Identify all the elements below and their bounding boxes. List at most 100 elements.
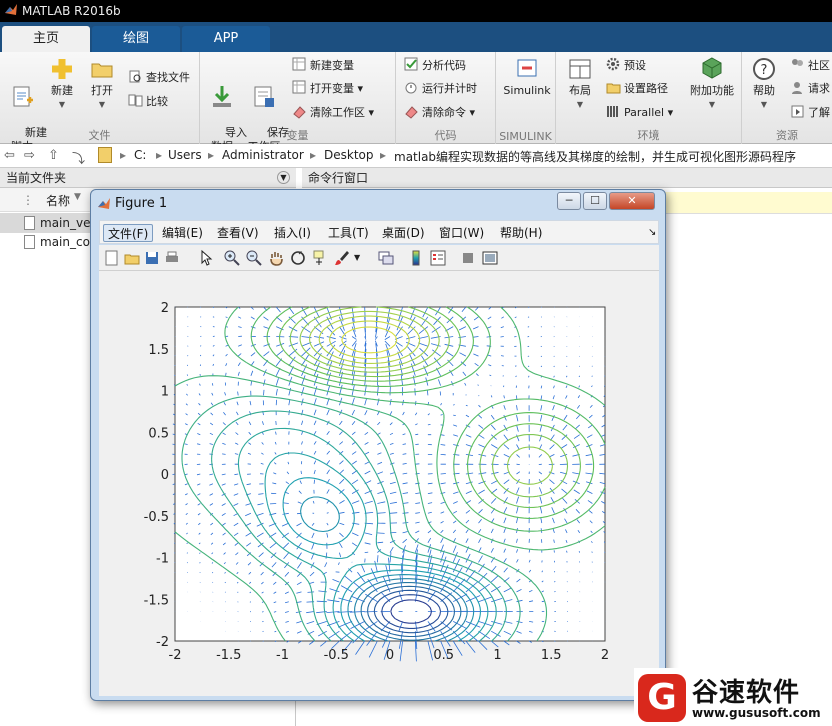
open-file-icon[interactable] [123, 249, 141, 267]
hide-plot-tools-icon[interactable] [459, 249, 477, 267]
maximize-button[interactable]: ☐ [583, 192, 607, 210]
figure-toolbar: ▼ [99, 245, 659, 271]
data-cursor-icon[interactable] [311, 249, 329, 267]
figure-menubar: 文件(F) 编辑(E) 查看(V) 插入(I) 工具(T) 桌面(D) 窗口(W… [99, 220, 659, 244]
minimize-button[interactable]: ─ [557, 192, 581, 210]
matlab-logo-icon [98, 198, 110, 209]
layout-label: 布局 [569, 84, 591, 97]
path-segment[interactable]: Desktop [324, 148, 374, 162]
up-folder-icon[interactable]: ⇧ [48, 148, 59, 163]
group-label-variable: 变量 [286, 129, 309, 142]
simulink-button[interactable]: Simulink [502, 56, 552, 98]
save-workspace-icon [254, 86, 274, 107]
open-button[interactable]: 打开 ▼ [84, 56, 120, 112]
request-support-button[interactable]: 请求 [790, 79, 830, 99]
colorbar-icon[interactable] [407, 249, 425, 267]
menu-help[interactable]: 帮助(H) [496, 224, 546, 242]
request-label: 请求 [808, 82, 830, 95]
run-and-time-button[interactable]: 运行并计时 [404, 79, 477, 99]
new-variable-button[interactable]: 新建变量 [292, 56, 354, 76]
clear-workspace-label: 清除工作区 [310, 106, 365, 119]
clear-workspace-button[interactable]: 清除工作区 ▾ [292, 103, 374, 123]
menu-edit[interactable]: 编辑(E) [158, 224, 207, 242]
browse-folder-icon[interactable]: ⤵ [72, 148, 85, 167]
pan-hand-icon[interactable] [267, 249, 285, 267]
ribbon: 新建 脚本 新建 ▼ 打开 ▼ 查找文件 比较 文件 导入 数据 保存 工作区 [0, 52, 832, 153]
x-tick-label: 2 [601, 648, 609, 663]
community-button[interactable]: 社区 [790, 56, 830, 76]
close-button[interactable]: ✕ [609, 192, 655, 210]
help-button[interactable]: ? 帮助 ▼ [746, 56, 782, 112]
find-files-button[interactable]: 查找文件 [128, 68, 190, 88]
path-segment[interactable]: matlab编程实现数据的等高线及其梯度的绘制，并生成可视化图形源码程序 [394, 148, 796, 165]
open-variable-label: 打开变量 [310, 82, 354, 95]
figure-window: Figure 1 ─ ☐ ✕ 文件(F) 编辑(E) 查看(V) 插入(I) 工… [90, 189, 666, 701]
path-segment[interactable]: Users [168, 148, 202, 162]
zoom-out-icon[interactable] [245, 249, 263, 267]
current-folder-title: 当前文件夹 [6, 171, 67, 185]
menu-window[interactable]: 窗口(W) [435, 224, 488, 242]
new-figure-icon[interactable] [103, 249, 121, 267]
panel-menu-icon[interactable]: ▼ [277, 171, 290, 184]
learn-button[interactable]: 了解 [790, 103, 830, 123]
chevron-down-icon[interactable]: ▼ [354, 249, 372, 267]
address-bar: ⇦ ⇨ ⇧ ⤵ ▸ C: ▸ Users ▸ Administrator ▸ D… [0, 144, 832, 168]
folder-icon [91, 63, 113, 78]
watermark: G 谷速软件 www.gususoft.com [634, 668, 832, 726]
preferences-button[interactable]: 预设 [606, 56, 646, 76]
brush-icon[interactable] [333, 249, 351, 267]
menu-file[interactable]: 文件(F) [103, 224, 154, 242]
layout-button[interactable]: 布局 ▼ [562, 56, 598, 112]
m-file-icon [24, 216, 35, 230]
layout-icon [569, 59, 591, 79]
x-tick-labels: -2 -1.5 -1 -0.5 0 0.5 1 1.5 2 [169, 648, 610, 663]
set-path-button[interactable]: 设置路径 [606, 79, 668, 99]
parallel-button[interactable]: Parallel ▾ [606, 103, 673, 123]
y-tick-label: 1.5 [148, 343, 169, 358]
compare-button[interactable]: 比较 [128, 92, 168, 112]
figure-canvas: -2 -1.5 -1 -0.5 0 0.5 1 1.5 2 2 1.5 1 0.5 0 -0.5 -1 -1.… [99, 271, 659, 696]
folder-icon [606, 83, 621, 94]
tab-plots[interactable]: 绘图 [92, 26, 180, 52]
command-window-header: 命令行窗口 [302, 168, 832, 188]
tab-home[interactable]: 主页 [2, 26, 90, 52]
addons-button[interactable]: 附加功能 ▼ [688, 56, 736, 112]
watermark-url: www.gususoft.com [692, 706, 821, 720]
link-plot-icon[interactable] [377, 249, 395, 267]
y-tick-label: 0.5 [148, 426, 169, 441]
column-name[interactable]: 名称 [46, 192, 70, 209]
menu-insert[interactable]: 插入(I) [270, 224, 315, 242]
file-name: main_co [40, 235, 90, 249]
back-arrow-icon[interactable]: ⇦ [4, 148, 15, 163]
x-tick-label: -0.5 [324, 648, 349, 663]
x-tick-label: 1 [493, 648, 501, 663]
print-icon[interactable] [163, 249, 181, 267]
save-icon[interactable] [143, 249, 161, 267]
tab-apps[interactable]: APP [182, 26, 270, 52]
forward-arrow-icon[interactable]: ⇨ [24, 148, 35, 163]
menu-view[interactable]: 查看(V) [213, 224, 263, 242]
new-button[interactable]: 新建 ▼ [44, 56, 80, 112]
show-plot-tools-icon[interactable] [481, 249, 499, 267]
chevron-down-icon: ▼ [708, 100, 716, 109]
chevron-down-icon: ▼ [576, 100, 584, 109]
dock-arrow-icon[interactable]: ↘ [644, 224, 660, 242]
current-folder-header: 当前文件夹 ▼ [0, 168, 296, 188]
new-script-icon [13, 86, 33, 107]
group-label-code: 代码 [434, 129, 457, 142]
open-variable-button[interactable]: 打开变量 ▾ [292, 79, 363, 99]
help-icon: ? [753, 58, 775, 80]
rotate-3d-icon[interactable] [289, 249, 307, 267]
analyze-code-button[interactable]: 分析代码 [404, 56, 466, 76]
menu-desktop[interactable]: 桌面(D) [378, 224, 429, 242]
contour-plot[interactable]: -2 -1.5 -1 -0.5 0 0.5 1 1.5 2 2 1.5 1 0.5 0 -0.5 -1 -1.… [101, 271, 657, 691]
pointer-icon[interactable] [197, 249, 215, 267]
legend-icon[interactable] [429, 249, 447, 267]
menu-tools[interactable]: 工具(T) [324, 224, 373, 242]
path-segment[interactable]: C: [134, 148, 146, 162]
path-separator: ▸ [380, 148, 387, 162]
zoom-in-icon[interactable] [223, 249, 241, 267]
path-segment[interactable]: Administrator [222, 148, 304, 162]
clear-commands-button[interactable]: 清除命令 ▾ [404, 103, 475, 123]
y-tick-labels: 2 1.5 1 0.5 0 -0.5 -1 -1.5 -2 [144, 301, 169, 650]
